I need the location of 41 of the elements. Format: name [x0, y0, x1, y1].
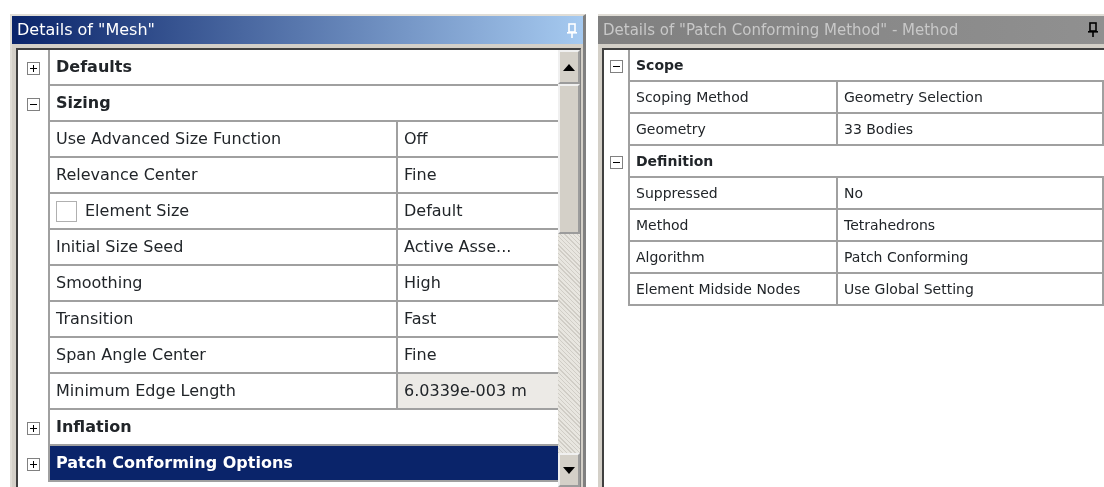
collapse-icon[interactable] — [609, 155, 623, 169]
checkbox[interactable] — [56, 200, 77, 222]
property-name: Use Advanced Size Function — [48, 122, 398, 158]
property-name: Geometry — [628, 114, 838, 146]
collapse-icon[interactable] — [26, 97, 40, 111]
property-value[interactable]: 6.0339e-003 m — [398, 374, 558, 410]
property-name: Smoothing — [48, 266, 398, 302]
property-name: Span Angle Center — [48, 338, 398, 374]
group-header[interactable]: Patch Conforming Options — [48, 446, 558, 482]
property-name: Initial Size Seed — [48, 230, 398, 266]
panel-title: Details of "Patch Conforming Method" - Method — [603, 19, 959, 41]
collapse-icon[interactable] — [609, 59, 623, 73]
panel-title: Details of "Mesh" — [17, 19, 155, 41]
property-label: Element Size — [85, 200, 190, 222]
expand-icon[interactable] — [26, 457, 40, 471]
group-header[interactable]: Sizing — [48, 86, 558, 122]
group-header[interactable]: Scope — [628, 50, 1104, 82]
property-name: Algorithm — [628, 242, 838, 274]
property-name: Minimum Edge Length — [48, 374, 398, 410]
property-name: Relevance Center — [48, 158, 398, 194]
property-name: Suppressed — [628, 178, 838, 210]
property-name: Method — [628, 210, 838, 242]
property-value[interactable]: Tetrahedrons — [838, 210, 1104, 242]
expand-icon[interactable] — [26, 61, 40, 75]
scroll-up-button[interactable] — [558, 50, 580, 84]
scrollbar[interactable] — [558, 50, 580, 487]
up-arrow-icon — [563, 63, 575, 71]
property-value[interactable]: Use Global Setting — [838, 274, 1104, 306]
property-value[interactable]: Geometry Selection — [838, 82, 1104, 114]
property-name: Transition — [48, 302, 398, 338]
property-value[interactable]: 33 Bodies — [838, 114, 1104, 146]
down-arrow-icon — [563, 466, 575, 474]
group-header[interactable]: Definition — [628, 146, 1104, 178]
group-header[interactable]: Defaults — [48, 50, 558, 86]
expand-icon[interactable] — [26, 421, 40, 435]
scrollbar-thumb[interactable] — [558, 84, 580, 234]
property-name: Element Midside Nodes — [628, 274, 838, 306]
scroll-down-button[interactable] — [558, 453, 580, 487]
property-value[interactable]: No — [838, 178, 1104, 210]
property-name: Scoping Method — [628, 82, 838, 114]
property-value[interactable]: Patch Conforming — [838, 242, 1104, 274]
